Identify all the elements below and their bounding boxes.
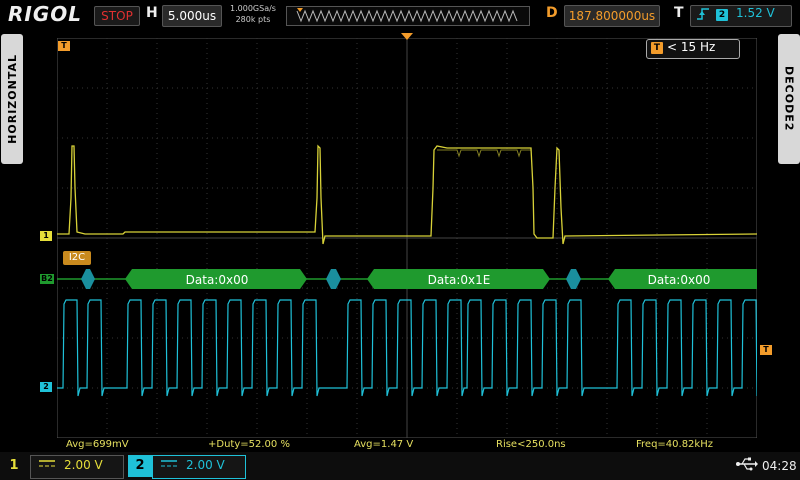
measurement-frequency: Freq=40.82kHz [636,439,713,450]
ch1-ground-marker[interactable]: 1 [40,231,52,241]
dc-coupling-icon [160,458,178,473]
i2c-decode-bus: Data:0x00 Data:0x1E Data:0x00 [57,269,757,289]
memory-overview-bar [286,6,530,26]
decode2-menu-tab[interactable]: DECODE2 [778,34,800,164]
trigger-icon: T [651,42,663,54]
trigger-level-marker[interactable]: T [760,345,772,355]
trigger-label: T [674,5,684,21]
memory-depth: 280k pts [235,15,271,24]
system-clock: 04:28 [762,459,797,473]
sample-rate-block: 1.000GSa/s 280k pts [226,3,280,25]
decode-packet-1-label: Data:0x00 [186,273,249,287]
memory-overview-waveform [296,8,518,23]
horizontal-delay-value[interactable]: 187.800000us [564,5,660,27]
horizontal-menu-tab[interactable]: HORIZONTAL [1,34,23,164]
run-stop-status[interactable]: STOP [94,6,140,26]
sample-rate: 1.000GSa/s [230,4,276,13]
usb-icon [736,457,758,471]
delay-label: D [546,5,558,21]
timebase-value[interactable]: 5.000us [162,5,222,27]
i2c-protocol-tag: I2C [63,251,91,265]
measurement-ch1-average: Avg=699mV [66,439,129,450]
waveform-display[interactable]: Data:0x00 Data:0x1E Data:0x00 [57,38,757,438]
measurement-duty: +Duty=52.00 % [208,439,290,450]
trigger-source-badge: 2 [716,9,728,21]
decode-packet-3-label: Data:0x00 [648,273,711,287]
measurement-ch2-average: Avg=1.47 V [354,439,414,450]
measurement-rise-time: Rise<250.0ns [496,439,566,450]
bus2-marker[interactable]: B2 [40,274,54,284]
rising-edge-icon [696,6,710,26]
trigger-position-marker [297,8,303,12]
frequency-counter-value: < 15 Hz [667,40,716,54]
trigger-marker-left: T [58,41,70,51]
trigger-time-marker [401,33,413,40]
ch1-vertical-scale: 2.00 V [64,458,103,472]
horizontal-label: H [146,5,158,21]
decode2-tab-label: DECODE2 [782,66,796,132]
ch2-ground-marker[interactable]: 2 [40,382,52,392]
ch2-badge[interactable]: 2 [128,455,152,477]
ch2-vertical-scale: 2.00 V [186,458,225,472]
brand-logo: RIGOL [8,2,83,26]
dc-coupling-icon [38,458,56,473]
trigger-level: 1.52 V [736,6,775,20]
decode-packet-2-label: Data:0x1E [428,273,491,287]
ch1-badge[interactable]: 1 [2,453,26,479]
horizontal-tab-label: HORIZONTAL [5,54,19,144]
